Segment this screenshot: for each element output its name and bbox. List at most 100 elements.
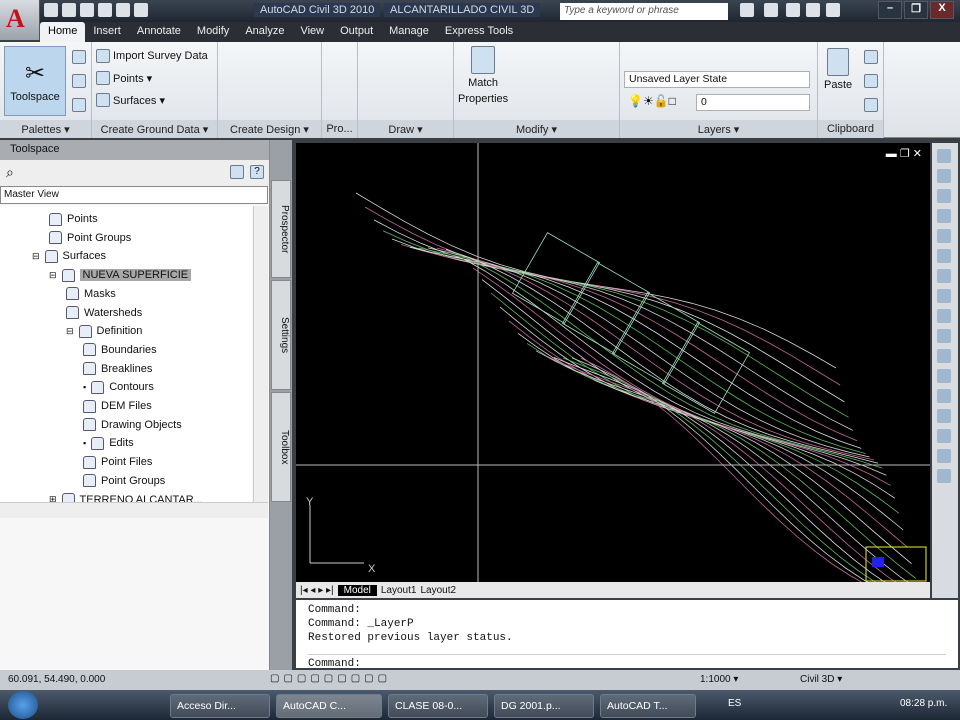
tab-view[interactable]: View <box>292 22 332 42</box>
view-select[interactable]: Master View <box>0 186 268 204</box>
tree-node[interactable]: ⊞ TERRENO ALCANTAR... <box>49 491 203 502</box>
tab-output[interactable]: Output <box>332 22 381 42</box>
tab-annotate[interactable]: Annotate <box>129 22 189 42</box>
language-indicator[interactable]: ES <box>728 698 741 709</box>
panorama-icon[interactable] <box>72 98 86 112</box>
tree-node[interactable]: Masks <box>66 285 116 303</box>
comm-center-icon[interactable] <box>786 3 800 17</box>
new-icon[interactable] <box>44 3 58 17</box>
search-icon[interactable]: ⌕ <box>6 164 14 181</box>
workspace-switch[interactable]: Civil 3D ▾ <box>800 674 842 685</box>
restore-button[interactable]: ❐ <box>904 1 928 19</box>
expander-icon[interactable]: ⊞ <box>49 494 57 502</box>
start-button[interactable] <box>8 691 38 719</box>
command-line[interactable]: Command: Command: _LayerP Restored previ… <box>296 600 958 671</box>
tree-node-label: Breaklines <box>101 362 153 375</box>
taskbar-item[interactable]: Acceso Dir... <box>170 694 270 718</box>
drafting-toggles[interactable]: ▢▢▢▢▢▢▢▢▢ <box>270 673 391 684</box>
taskbar-item[interactable]: AutoCAD C... <box>276 694 382 718</box>
points-button[interactable]: Points ▾ <box>96 71 152 85</box>
tree-node-icon <box>61 493 75 502</box>
current-layer-dropdown[interactable]: 0 <box>696 94 810 111</box>
match-format-icon[interactable] <box>864 98 878 112</box>
tab-analyze[interactable]: Analyze <box>237 22 292 42</box>
help-search-input[interactable]: Type a keyword or phrase <box>560 3 728 20</box>
undo-icon[interactable] <box>116 3 130 17</box>
tree-node[interactable]: Point Groups <box>49 229 131 247</box>
tree-node[interactable]: Point Files <box>83 453 152 471</box>
tab-manage[interactable]: Manage <box>381 22 437 42</box>
cut-icon[interactable] <box>864 50 878 64</box>
tree-node[interactable]: Boundaries <box>83 341 157 359</box>
expander-icon[interactable]: ▪ <box>83 438 86 448</box>
panel-label-create-ground-data[interactable]: Create Ground Data ▾ <box>92 120 217 138</box>
taskbar-item[interactable]: AutoCAD T... <box>600 694 696 718</box>
tab-home[interactable]: Home <box>40 22 86 42</box>
expander-icon[interactable]: ⊟ <box>49 270 57 281</box>
tree-node[interactable]: ⊟ Surfaces <box>32 247 106 265</box>
close-button[interactable]: X <box>930 1 954 19</box>
layer-state-dropdown[interactable]: Unsaved Layer State <box>624 71 810 88</box>
tree-node[interactable]: ⊟ Definition <box>66 322 142 340</box>
panel-label-draw[interactable]: Draw ▾ <box>358 120 453 138</box>
tab-modify[interactable]: Modify <box>189 22 237 42</box>
tree-node[interactable]: Drawing Objects <box>83 416 182 434</box>
panel-label-clipboard[interactable]: Clipboard <box>818 120 883 138</box>
tree-node[interactable]: ⊟ NUEVA SUPERFICIE <box>49 266 192 284</box>
paste-button[interactable]: Paste <box>824 48 852 91</box>
toolspace-button[interactable]: ✂ Toolspace <box>4 46 66 116</box>
save-icon[interactable] <box>80 3 94 17</box>
favorites-icon[interactable] <box>806 3 820 17</box>
toolpalette-icon[interactable] <box>72 74 86 88</box>
panel-label-palettes[interactable]: Palettes ▾ <box>0 120 91 138</box>
tab-toolbox[interactable]: Toolbox <box>271 392 291 502</box>
tree-node[interactable]: Points <box>49 210 98 228</box>
panel-label-profile[interactable]: Pro... <box>322 120 357 138</box>
print-icon[interactable] <box>98 3 112 17</box>
tree-node[interactable]: ▪ Contours <box>83 378 154 396</box>
tab-settings[interactable]: Settings <box>271 280 291 390</box>
tab-insert[interactable]: Insert <box>85 22 129 42</box>
open-icon[interactable] <box>62 3 76 17</box>
viewport-controls[interactable]: ▬ ❐ ✕ <box>886 147 922 160</box>
panel-label-create-design[interactable]: Create Design ▾ <box>218 120 321 138</box>
tab-express-tools[interactable]: Express Tools <box>437 22 521 42</box>
taskbar-item[interactable]: DG 2001.p... <box>494 694 594 718</box>
expander-icon[interactable]: ⊟ <box>66 326 74 337</box>
application-menu-button[interactable]: A <box>0 0 40 40</box>
windows-taskbar: Acceso Dir... AutoCAD C... CLASE 08-0...… <box>0 690 960 720</box>
import-survey-data-button[interactable]: Import Survey Data <box>96 49 208 63</box>
tree-node[interactable]: Point Groups <box>83 472 165 490</box>
tree-node[interactable]: ▪ Edits <box>83 434 134 452</box>
tree-node[interactable]: Watersheds <box>66 304 142 322</box>
copy-icon[interactable] <box>864 74 878 88</box>
clock[interactable]: 08:28 p.m. <box>900 698 947 709</box>
minimize-button[interactable]: – <box>878 1 902 19</box>
redo-icon[interactable] <box>134 3 148 17</box>
expander-icon[interactable]: ▪ <box>83 382 86 392</box>
tools-icon[interactable] <box>764 3 778 17</box>
tab-layout2[interactable]: Layout2 <box>420 585 456 596</box>
tab-model[interactable]: Model <box>337 584 377 596</box>
tree-node[interactable]: DEM Files <box>83 397 152 415</box>
drawing-canvas[interactable]: Y X ▬ ❐ ✕ <box>296 143 942 619</box>
expander-icon[interactable]: ⊟ <box>32 251 40 262</box>
tab-nav-arrows[interactable]: |◂ ◂ ▸ ▸| <box>300 585 334 596</box>
tree-vertical-scrollbar[interactable] <box>253 206 268 502</box>
toggle-icon[interactable] <box>230 165 244 179</box>
panel-label-layers[interactable]: Layers ▾ <box>620 120 817 138</box>
binoculars-icon[interactable] <box>740 3 754 17</box>
annotation-scale[interactable]: 1:1000 ▾ <box>700 674 738 685</box>
command-prompt[interactable]: Command: <box>308 657 946 671</box>
tree-node[interactable]: Breaklines <box>83 360 152 378</box>
surfaces-button[interactable]: Surfaces ▾ <box>96 93 165 107</box>
tab-prospector[interactable]: Prospector <box>271 180 291 278</box>
taskbar-item[interactable]: CLASE 08-0... <box>388 694 488 718</box>
match-properties-button[interactable]: Match Properties <box>458 46 508 106</box>
tree-horizontal-scrollbar[interactable] <box>0 502 268 518</box>
help-icon[interactable]: ? <box>250 165 264 179</box>
tab-layout1[interactable]: Layout1 <box>381 585 417 596</box>
help-icon[interactable] <box>826 3 840 17</box>
properties-icon[interactable] <box>72 50 86 64</box>
panel-label-modify[interactable]: Modify ▾ <box>454 120 619 138</box>
